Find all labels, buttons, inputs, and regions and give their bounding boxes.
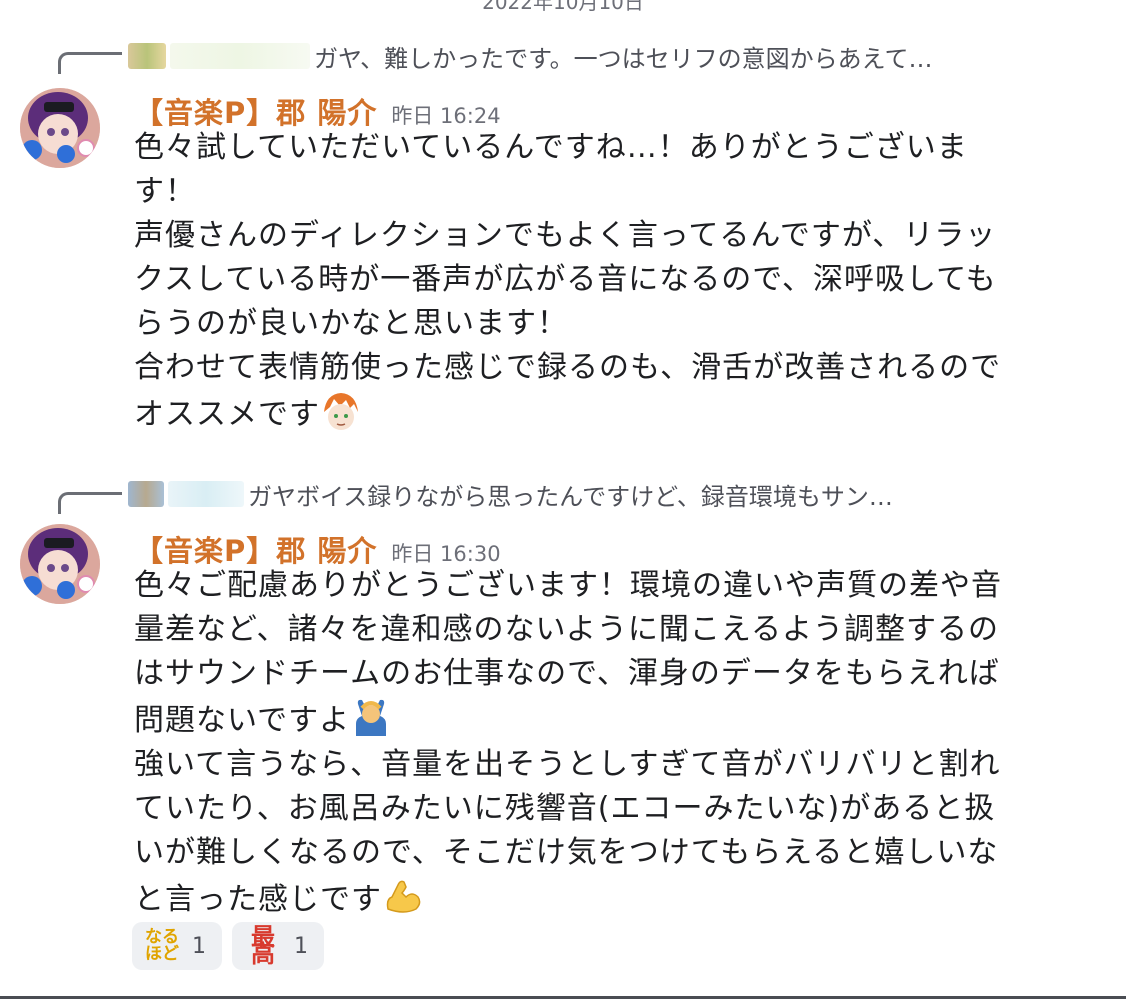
- person-gesturing-ok-emoji[interactable]: [350, 696, 392, 738]
- reply-preview[interactable]: ガヤ、難しかったです。一つはセリフの意図からあえて…: [128, 36, 932, 76]
- reaction-naruhodo[interactable]: なる ほど 1: [132, 922, 222, 970]
- bottom-divider: [0, 996, 1126, 999]
- reaction-count: 1: [192, 933, 206, 959]
- message-line-text: オススメです: [134, 397, 320, 432]
- message-line: ていたり、お風呂みたいに残響音(エコーみたいな)があると扱: [134, 791, 996, 826]
- message-line: す！: [134, 174, 196, 209]
- message-line: 色々試していただいているんですね…！ありがとうございま: [134, 130, 968, 165]
- message-line: 強いて言うなら、音量を出そうとしすぎて音がバリバリと割れ: [134, 747, 1001, 782]
- message-line-with-emoji: 問題ないですよ: [134, 696, 1034, 743]
- naruhodo-emoji-icon: なる ほど: [145, 927, 179, 964]
- date-divider: 2022年10月10日: [482, 0, 644, 14]
- avatar-image: [20, 88, 100, 168]
- flexed-biceps-emoji[interactable]: [382, 875, 424, 917]
- message-line: 合わせて表情筋使った感じで録るのも、滑舌が改善されるので: [134, 350, 1002, 385]
- message-line-last: と言った感じです: [134, 875, 1034, 922]
- message-line: はサウンドチームのお仕事なので、渾身のデータをもらえれば: [134, 656, 1000, 691]
- blurred-username: [170, 43, 310, 69]
- message-line: 量差など、諸々を違和感のないように聞こえるよう調整するの: [134, 612, 999, 647]
- reply-spine: [58, 492, 122, 514]
- message-line-text: 問題ないですよ: [134, 703, 351, 738]
- message-line: クスしている時が一番声が広がる音になるので、深呼吸しても: [134, 262, 997, 297]
- saikou-emoji-icon: 最高: [251, 923, 275, 968]
- blurred-avatar: [128, 481, 164, 507]
- blurred-username: [168, 481, 244, 507]
- message-content: 色々試していただいているんですね…！ありがとうございま す！ 声優さんのディレク…: [134, 126, 1034, 437]
- blurred-avatar: [128, 43, 166, 69]
- message-line-text: と言った感じです: [134, 882, 382, 917]
- message-line: 声優さんのディレクションでもよく言ってるんですが、リラッ: [134, 218, 997, 253]
- reply-spine: [58, 52, 122, 74]
- avatar[interactable]: [20, 88, 100, 168]
- avatar-image: [20, 524, 100, 604]
- reply-preview[interactable]: ガヤボイス録りながら思ったんですけど、録音環境もサン…: [128, 474, 893, 514]
- message-content: 色々ご配慮ありがとうございます！環境の違いや声質の差や音 量差など、諸々を違和感…: [134, 564, 1034, 922]
- reaction-saikou[interactable]: 最高 1: [232, 922, 324, 970]
- reply-preview-text: ガヤボイス録りながら思ったんですけど、録音環境もサン…: [248, 482, 893, 511]
- anime-character-emoji[interactable]: [320, 390, 362, 432]
- message-line: いが難しくなるので、そこだけ気をつけてもらえると嬉しいな: [134, 835, 999, 870]
- reaction-count: 1: [294, 933, 308, 959]
- reply-preview-text: ガヤ、難しかったです。一つはセリフの意図からあえて…: [314, 44, 933, 73]
- message-line: らうのが良いかなと思います！: [134, 306, 568, 341]
- message-line-last: オススメです: [134, 390, 1034, 437]
- message-line: 色々ご配慮ありがとうございます！環境の違いや声質の差や音: [134, 568, 1002, 603]
- avatar[interactable]: [20, 524, 100, 604]
- reactions-bar: なる ほど 1 最高 1: [132, 922, 324, 970]
